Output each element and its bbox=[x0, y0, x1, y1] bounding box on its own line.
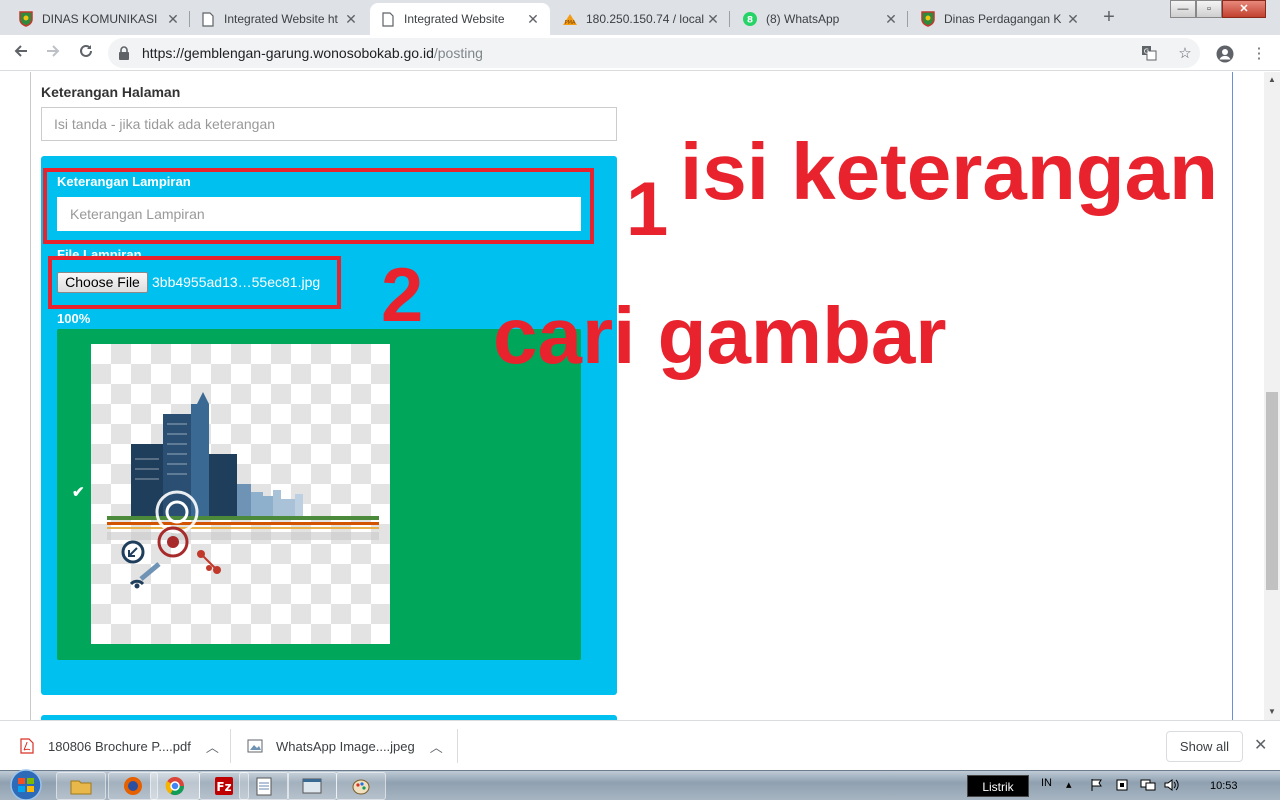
browser-toolbar: https://gemblengan-garung.wonosobokab.go… bbox=[0, 35, 1280, 71]
url-host: https://gemblengan-garung.wonosobokab.go… bbox=[142, 45, 434, 61]
listrik-indicator[interactable]: Listrik bbox=[967, 775, 1029, 797]
back-arrow-icon[interactable] bbox=[8, 41, 34, 65]
whatsapp-favicon-icon: 8 bbox=[742, 11, 758, 27]
lock-icon bbox=[118, 46, 132, 60]
downloads-bar: 180806 Brochure P....pdf ︿ WhatsApp Imag… bbox=[0, 720, 1280, 770]
tab-close-icon[interactable]: ✕ bbox=[884, 11, 898, 28]
tray-chevron-icon[interactable]: ▴ bbox=[1066, 778, 1072, 791]
url-path: /posting bbox=[433, 45, 483, 61]
pma-favicon-icon: PMA bbox=[562, 11, 578, 27]
annotation-cari-gambar: cari gambar bbox=[493, 291, 947, 380]
forward-arrow-icon[interactable] bbox=[40, 41, 66, 65]
pdf-icon bbox=[20, 738, 34, 754]
language-indicator[interactable]: IN bbox=[1041, 777, 1052, 789]
window-controls: — ▫ ✕ bbox=[1170, 0, 1266, 18]
taskbar-clock[interactable]: 10:53 bbox=[1210, 780, 1238, 792]
start-button[interactable] bbox=[6, 769, 46, 800]
page-border bbox=[30, 72, 31, 720]
screen: { "browser": { "tabs": [ {"title": "DINA… bbox=[0, 0, 1280, 800]
page-favicon-icon bbox=[380, 11, 396, 27]
page-viewport: Keterangan Halaman Isi tanda - jika tida… bbox=[0, 72, 1280, 725]
browser-tab[interactable]: Integrated Website ht ✕ bbox=[190, 3, 368, 35]
city-skyline-illustration bbox=[107, 392, 379, 589]
tab-separator bbox=[729, 11, 730, 27]
browser-tab[interactable]: DINAS KOMUNIKASI ✕ bbox=[8, 3, 190, 35]
download-file-name: 180806 Brochure P....pdf bbox=[48, 738, 191, 754]
flag-icon[interactable] bbox=[1090, 778, 1104, 795]
profile-avatar-icon[interactable] bbox=[1216, 45, 1234, 63]
image-file-icon bbox=[247, 739, 263, 753]
tab-title: (8) WhatsApp bbox=[766, 12, 840, 26]
tab-title: 180.250.150.74 / local bbox=[586, 12, 705, 26]
app-taskbar-icon[interactable] bbox=[287, 772, 337, 800]
reload-icon[interactable] bbox=[73, 41, 99, 65]
shield-favicon-icon bbox=[18, 11, 34, 27]
browser-tab-strip: DINAS KOMUNIKASI ✕ Integrated Website ht… bbox=[0, 0, 1280, 35]
close-downloads-icon[interactable]: ✕ bbox=[1254, 735, 1267, 755]
bookmark-star-icon[interactable]: ☆ bbox=[1176, 45, 1194, 63]
checkmark-icon: ✔ bbox=[72, 484, 85, 501]
network-icon[interactable] bbox=[1140, 778, 1156, 795]
keterangan-halaman-input[interactable]: Isi tanda - jika tidak ada keterangan bbox=[41, 107, 617, 141]
annotation-highlight-box-2 bbox=[48, 256, 341, 309]
tab-close-icon[interactable]: ✕ bbox=[526, 11, 540, 28]
svg-text:G: G bbox=[1144, 48, 1149, 56]
browser-tab[interactable]: PMA 180.250.150.74 / local ✕ bbox=[552, 3, 730, 35]
uploaded-image-preview bbox=[91, 344, 390, 644]
scroll-up-arrow-icon[interactable]: ▲ bbox=[1264, 72, 1280, 88]
shield-favicon-icon bbox=[920, 11, 936, 27]
tab-close-icon[interactable]: ✕ bbox=[344, 11, 358, 28]
menu-kebab-icon[interactable]: ⋮ bbox=[1250, 45, 1268, 63]
tab-title: Integrated Website ht bbox=[224, 12, 338, 26]
page-favicon-icon bbox=[200, 11, 216, 27]
tab-title: DINAS KOMUNIKASI bbox=[42, 12, 158, 26]
tab-close-icon[interactable]: ✕ bbox=[1066, 11, 1080, 28]
tab-close-icon[interactable]: ✕ bbox=[166, 11, 180, 28]
maximize-button[interactable]: ▫ bbox=[1196, 0, 1222, 18]
url-text: https://gemblengan-garung.wonosobokab.go… bbox=[142, 45, 483, 61]
translate-icon[interactable]: G bbox=[1140, 45, 1158, 63]
svg-text:PMA: PMA bbox=[565, 20, 576, 26]
device-icon[interactable] bbox=[1115, 778, 1129, 795]
tab-close-icon[interactable]: ✕ bbox=[706, 11, 720, 28]
notepad-taskbar-icon[interactable] bbox=[239, 772, 289, 800]
tab-separator bbox=[907, 11, 908, 27]
annotation-isi-keterangan: isi keterangan bbox=[680, 127, 1219, 216]
chevron-up-icon[interactable]: ︿ bbox=[206, 737, 219, 756]
download-file-name: WhatsApp Image....jpeg bbox=[276, 738, 415, 754]
close-window-button[interactable]: ✕ bbox=[1222, 0, 1266, 18]
tab-title: Integrated Website bbox=[404, 12, 505, 26]
volume-icon[interactable] bbox=[1164, 778, 1180, 795]
upload-progress-percent: 100% bbox=[57, 311, 91, 326]
keterangan-halaman-label: Keterangan Halaman bbox=[41, 84, 181, 100]
download-item[interactable]: WhatsApp Image....jpeg ︿ bbox=[247, 721, 447, 771]
browser-tab[interactable]: 8 (8) WhatsApp ✕ bbox=[732, 3, 908, 35]
download-item[interactable]: 180806 Brochure P....pdf ︿ bbox=[20, 721, 220, 771]
annotation-number-1: 1 bbox=[626, 167, 669, 252]
file-lampiran-label: File Lampiran bbox=[57, 247, 142, 256]
download-separator bbox=[457, 729, 458, 763]
svg-text:8: 8 bbox=[747, 16, 753, 26]
scroll-down-arrow-icon[interactable]: ▼ bbox=[1264, 704, 1280, 720]
new-tab-plus-icon[interactable]: + bbox=[1096, 6, 1122, 30]
browser-tab[interactable]: Dinas Perdagangan K ✕ bbox=[910, 3, 1090, 35]
explorer-taskbar-icon[interactable] bbox=[56, 772, 106, 800]
svg-text:Fz: Fz bbox=[216, 780, 231, 794]
paint-taskbar-icon[interactable] bbox=[336, 772, 386, 800]
annotation-number-2: 2 bbox=[381, 253, 424, 338]
annotation-highlight-box-1 bbox=[43, 168, 594, 244]
windows-taskbar: Fz Listrik IN ▴ 10:53 bbox=[0, 769, 1280, 800]
address-bar[interactable]: https://gemblengan-garung.wonosobokab.go… bbox=[108, 38, 1200, 68]
chrome-taskbar-icon[interactable] bbox=[150, 772, 200, 800]
page-border bbox=[1232, 72, 1233, 720]
minimize-button[interactable]: — bbox=[1170, 0, 1196, 18]
chevron-up-icon[interactable]: ︿ bbox=[430, 737, 443, 756]
show-all-button[interactable]: Show all bbox=[1166, 731, 1243, 762]
download-separator bbox=[230, 729, 231, 763]
tab-title: Dinas Perdagangan K bbox=[944, 12, 1062, 26]
scrollbar-thumb[interactable] bbox=[1266, 392, 1278, 590]
browser-tab-active[interactable]: Integrated Website ✕ bbox=[370, 3, 550, 35]
